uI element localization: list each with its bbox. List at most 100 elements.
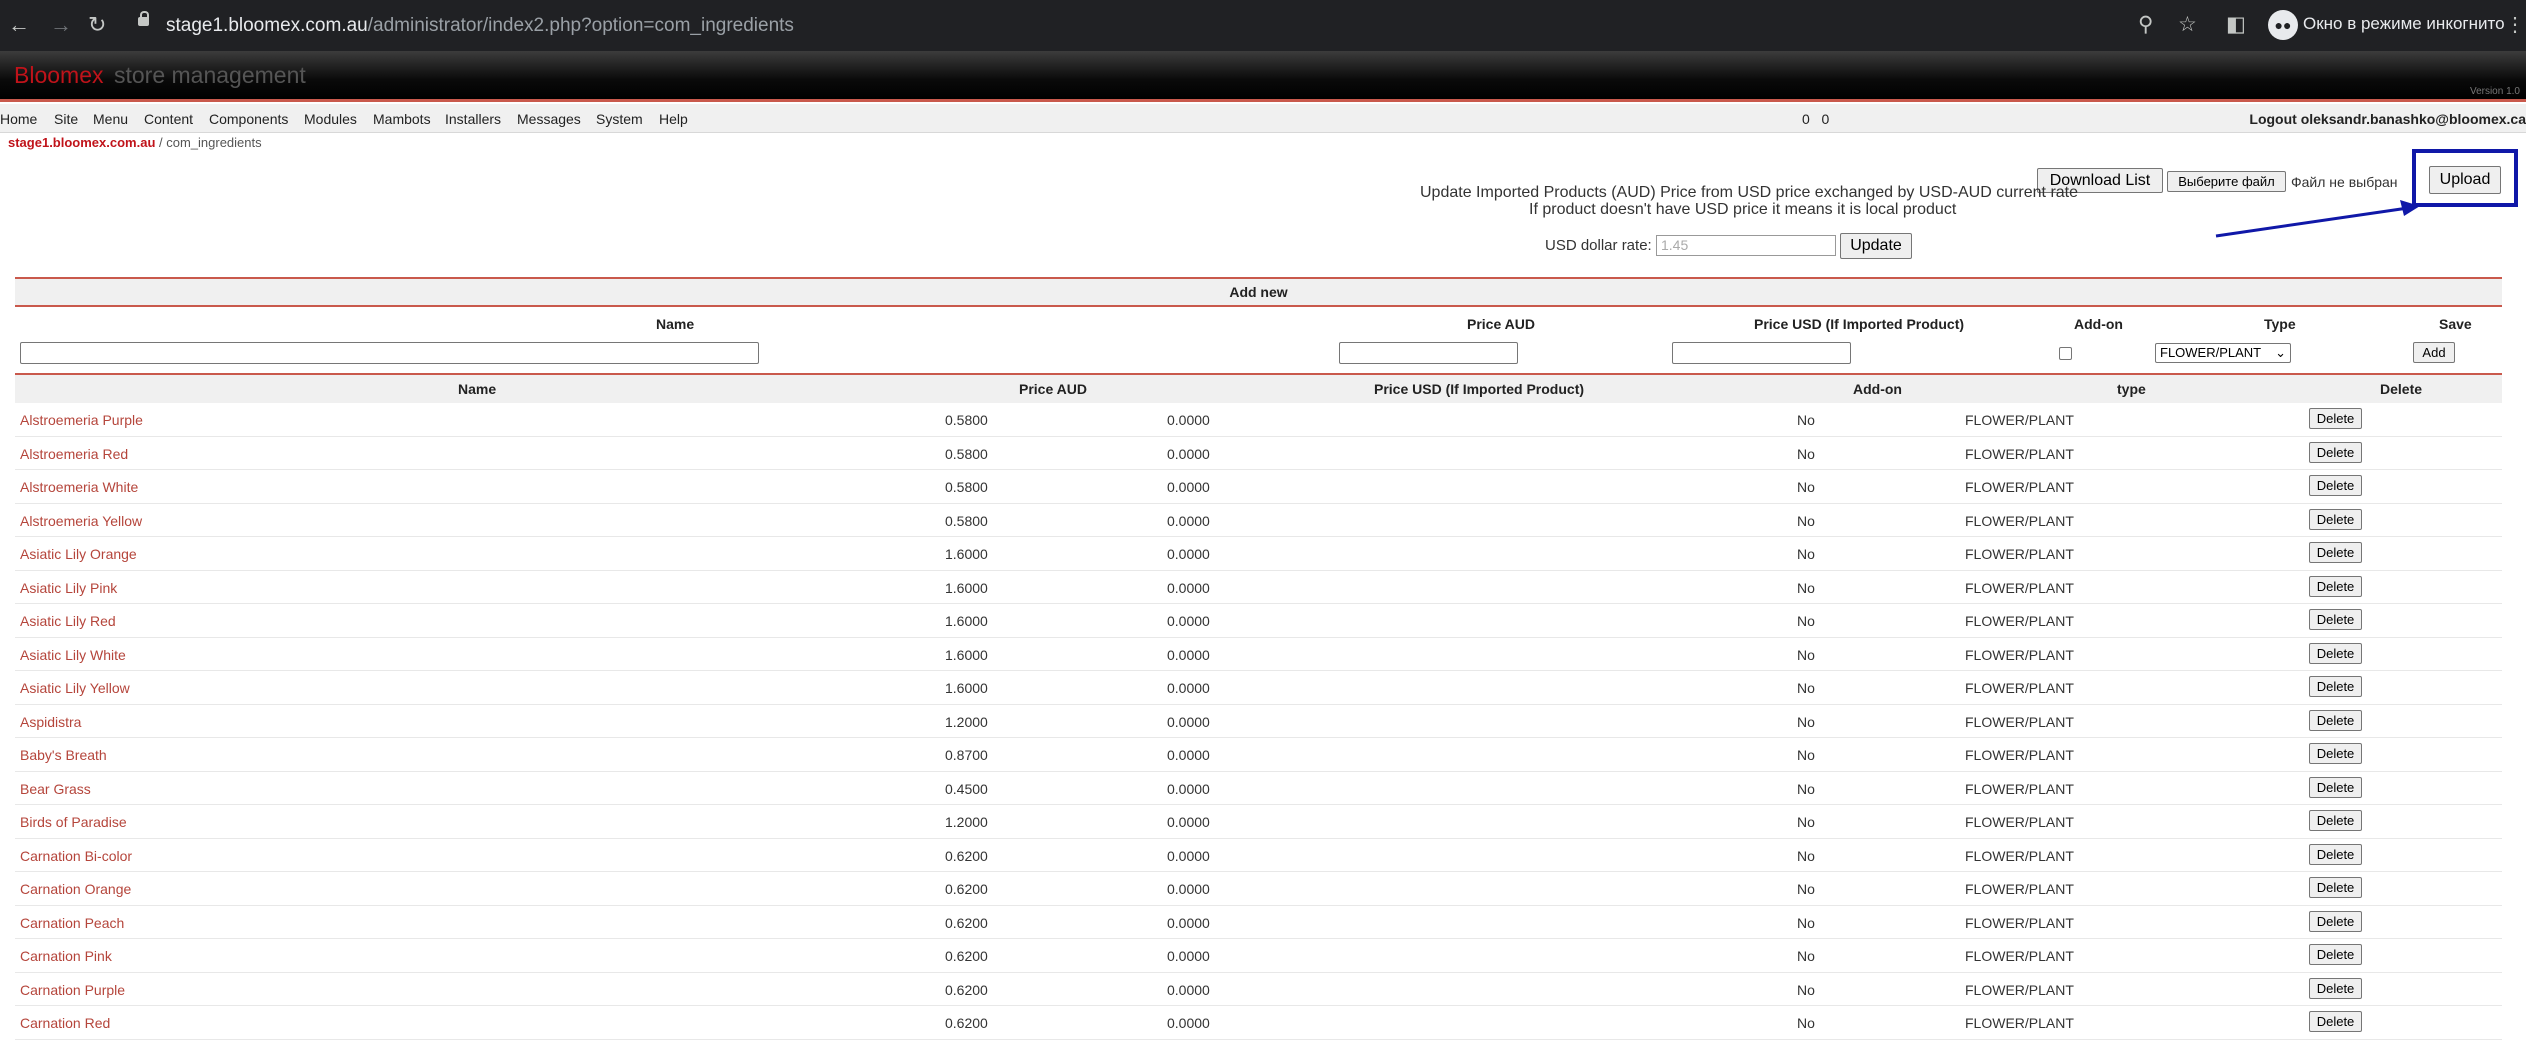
- delete-button[interactable]: Delete: [2309, 776, 2362, 798]
- price-usd: 0.0000: [1167, 579, 1210, 596]
- ingredient-name-link[interactable]: Asiatic Lily Red: [20, 613, 116, 629]
- ingredient-name-link[interactable]: Asiatic Lily White: [20, 647, 126, 663]
- new-name-input[interactable]: [20, 342, 759, 364]
- delete-button[interactable]: Delete: [2309, 843, 2362, 865]
- admin-menubar: Home Site Menu Content Components Module…: [0, 104, 2526, 133]
- delete-button[interactable]: Delete: [2309, 810, 2362, 831]
- ingredient-name-link[interactable]: Alstroemeria Purple: [20, 412, 143, 428]
- incognito-icon[interactable]: ●●: [2268, 10, 2298, 40]
- update-rate-button[interactable]: Update: [1840, 233, 1912, 259]
- list-col-name: Name: [458, 381, 497, 397]
- menu-menu[interactable]: Menu: [93, 111, 128, 127]
- breadcrumb-site[interactable]: stage1.bloomex.com.au: [8, 135, 155, 150]
- ingredient-name-link[interactable]: Asiatic Lily Pink: [20, 580, 117, 596]
- type-value: FLOWER/PLANT: [1965, 546, 2074, 562]
- menu-help[interactable]: Help: [659, 111, 688, 127]
- new-addon-checkbox[interactable]: [2059, 347, 2072, 360]
- reload-icon[interactable]: ↻: [88, 12, 106, 38]
- ingredient-name-link[interactable]: Asiatic Lily Yellow: [20, 680, 130, 696]
- ingredient-name-link[interactable]: Carnation Peach: [20, 915, 124, 931]
- ingredient-name-link[interactable]: Bear Grass: [20, 781, 91, 797]
- logout-link[interactable]: Logout oleksandr.banashko@bloomex.ca: [2249, 111, 2526, 127]
- type-value: FLOWER/PLANT: [1965, 680, 2074, 696]
- admin-header: Bloomex store management Version 1.0: [0, 51, 2526, 99]
- delete-button[interactable]: Delete: [2309, 441, 2362, 463]
- type-value: FLOWER/PLANT: [1965, 646, 2074, 663]
- zoom-icon[interactable]: ⚲: [2138, 12, 2153, 37]
- ingredient-name-link[interactable]: Carnation Bi-color: [20, 848, 132, 864]
- ingredient-name-link[interactable]: Alstroemeria White: [20, 479, 138, 495]
- url-path: /administrator/index2.php?option=com_ing…: [367, 15, 794, 36]
- delete-button[interactable]: Delete: [2309, 910, 2362, 932]
- addon-value: No: [1797, 881, 1815, 897]
- bookmark-star-icon[interactable]: ☆: [2178, 12, 2197, 37]
- table-row: Asiatic Lily White 1.6000 0.0000 No FLOWER/P…: [15, 638, 2502, 671]
- table-row: Asiatic Lily Yellow 1.6000 0.0000 No FLOWER/…: [15, 671, 2502, 705]
- price-usd: 0.0000: [1167, 914, 1210, 931]
- delete-button[interactable]: Delete: [2309, 408, 2362, 429]
- price-aud: 1.6000: [945, 579, 988, 596]
- menu-modules[interactable]: Modules: [304, 111, 357, 127]
- type-value: FLOWER/PLANT: [1965, 948, 2074, 964]
- ingredient-name-link[interactable]: Birds of Paradise: [20, 814, 127, 830]
- lock-icon[interactable]: [138, 11, 149, 26]
- delete-button[interactable]: Delete: [2309, 609, 2362, 630]
- ingredient-name-link[interactable]: Alstroemeria Red: [20, 446, 128, 462]
- ingredient-name-link[interactable]: Baby's Breath: [20, 747, 107, 763]
- ingredient-name-link[interactable]: Asiatic Lily Orange: [20, 546, 137, 562]
- delete-button[interactable]: Delete: [2309, 709, 2362, 731]
- delete-button[interactable]: Delete: [2309, 475, 2362, 496]
- type-value: FLOWER/PLANT: [1965, 981, 2074, 998]
- browser-menu-icon[interactable]: ⋮: [2505, 12, 2525, 37]
- price-aud: 0.5800: [945, 412, 988, 428]
- delete-button[interactable]: Delete: [2309, 642, 2362, 664]
- type-value: FLOWER/PLANT: [1965, 1015, 2074, 1031]
- addon-value: No: [1797, 948, 1815, 964]
- menu-content[interactable]: Content: [144, 111, 193, 127]
- menu-mambots[interactable]: Mambots: [373, 111, 431, 127]
- update-info-line2: If product doesn't have USD price it mea…: [1529, 201, 1957, 218]
- breadcrumb: stage1.bloomex.com.au / com_ingredients: [8, 135, 262, 150]
- delete-button[interactable]: Delete: [2309, 575, 2362, 597]
- table-row: Aspidistra 1.2000 0.0000 No FLOWER/PLANT Dele…: [15, 705, 2502, 738]
- add-button[interactable]: Add: [2413, 342, 2455, 363]
- menu-messages[interactable]: Messages: [517, 111, 581, 127]
- price-aud: 1.2000: [945, 713, 988, 730]
- menu-components[interactable]: Components: [209, 111, 288, 127]
- usd-rate-input[interactable]: 1.45: [1656, 235, 1836, 256]
- menu-home[interactable]: Home: [0, 111, 37, 127]
- delete-button[interactable]: Delete: [2309, 542, 2362, 563]
- side-panel-icon[interactable]: ◧: [2226, 12, 2246, 37]
- delete-button[interactable]: Delete: [2309, 508, 2362, 530]
- delete-button[interactable]: Delete: [2309, 743, 2362, 764]
- type-value: FLOWER/PLANT: [1965, 613, 2074, 629]
- incognito-label[interactable]: Окно в режиме инкогнито: [2303, 14, 2505, 34]
- menu-site[interactable]: Site: [54, 111, 78, 127]
- new-type-select[interactable]: FLOWER/PLANT ⌄: [2155, 343, 2291, 363]
- new-price-usd-input[interactable]: [1672, 342, 1851, 364]
- table-row: Carnation Pink 0.6200 0.0000 No FLOWER/PLANT…: [15, 939, 2502, 973]
- type-value: FLOWER/PLANT: [1965, 814, 2074, 830]
- new-price-aud-input[interactable]: [1339, 342, 1518, 364]
- delete-button[interactable]: Delete: [2309, 676, 2362, 697]
- delete-button[interactable]: Delete: [2309, 944, 2362, 965]
- ingredient-name-link[interactable]: Carnation Orange: [20, 881, 131, 897]
- add-col-price-aud: Price AUD: [1467, 316, 1535, 332]
- ingredient-name-link[interactable]: Carnation Red: [20, 1015, 110, 1031]
- forward-icon[interactable]: →: [50, 12, 72, 38]
- list-col-price-aud: Price AUD: [1019, 381, 1087, 397]
- address-bar[interactable]: stage1.bloomex.com.au/administrator/inde…: [166, 10, 794, 42]
- delete-button[interactable]: Delete: [2309, 877, 2362, 898]
- delete-button[interactable]: Delete: [2309, 977, 2362, 999]
- ingredient-name-link[interactable]: Carnation Purple: [20, 982, 125, 998]
- menu-system[interactable]: System: [596, 111, 643, 127]
- price-usd: 0.0000: [1167, 881, 1210, 897]
- ingredient-name-link[interactable]: Carnation Pink: [20, 948, 112, 964]
- menu-installers[interactable]: Installers: [445, 111, 501, 127]
- count-b: 0: [1821, 111, 1830, 127]
- back-icon[interactable]: ←: [8, 12, 30, 38]
- ingredient-name-link[interactable]: Alstroemeria Yellow: [20, 513, 142, 529]
- ingredient-name-link[interactable]: Aspidistra: [20, 714, 81, 730]
- choose-file-button[interactable]: Выберите файл: [2167, 171, 2286, 192]
- price-usd: 0.0000: [1167, 646, 1210, 663]
